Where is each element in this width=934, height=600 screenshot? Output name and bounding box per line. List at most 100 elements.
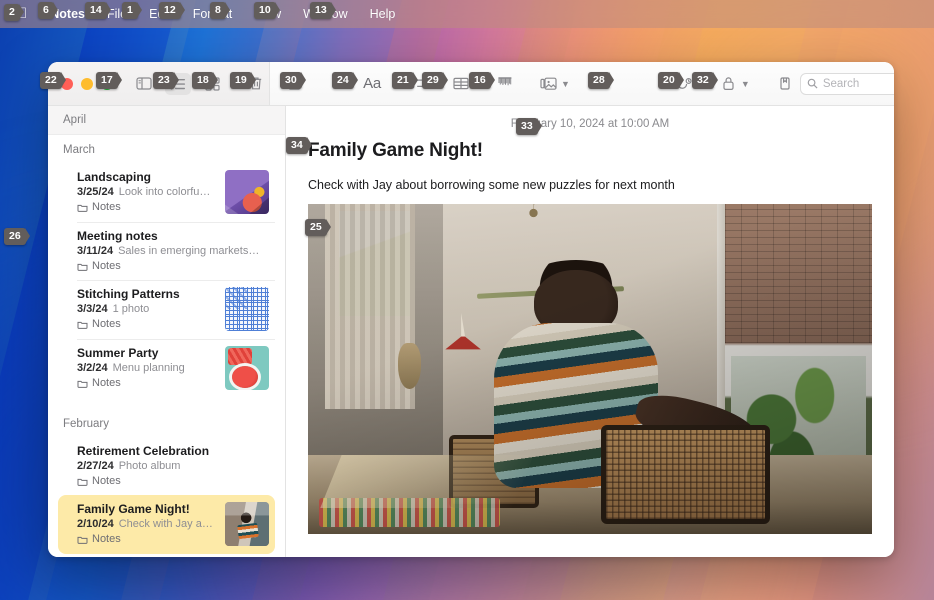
note-thumbnail xyxy=(225,170,269,214)
annotation-badge-23: 23 xyxy=(153,72,179,89)
chevron-down-icon[interactable]: ▼ xyxy=(561,79,570,89)
list-item[interactable]: Meeting notes 3/11/24 Sales in emerging m… xyxy=(58,222,275,280)
minimize-button[interactable] xyxy=(81,77,93,90)
annotation-badge-10: 10 xyxy=(254,2,280,19)
markup-draw-icon[interactable] xyxy=(492,73,518,95)
note-title: Retirement Celebration xyxy=(77,444,210,458)
note-date: 3/2/24 xyxy=(77,362,108,374)
annotation-badge-26: 26 xyxy=(4,228,30,245)
note-folder: Notes xyxy=(77,533,217,545)
note-thumbnail xyxy=(225,346,269,390)
format-text-button[interactable]: Aa xyxy=(358,73,386,95)
annotation-badge-24: 24 xyxy=(332,72,358,89)
note-folder: Notes xyxy=(77,201,217,213)
folder-icon xyxy=(77,204,88,212)
annotation-badge-21: 21 xyxy=(392,72,418,89)
note-title: Summer Party xyxy=(77,346,159,360)
note-meta: 3/11/24 Sales in emerging markets… xyxy=(77,245,269,257)
annotation-badge-25: 25 xyxy=(305,219,331,236)
annotation-badge-12: 12 xyxy=(159,2,185,19)
note-title: Landscaping xyxy=(77,170,152,184)
folder-icon xyxy=(77,263,88,271)
media-icon[interactable] xyxy=(536,73,562,95)
note-folder: Notes xyxy=(77,475,269,487)
annotation-badge-28: 28 xyxy=(588,72,614,89)
annotation-badge-1: 1 xyxy=(122,2,142,19)
list-item-selected[interactable]: Family Game Night! 2/10/24 Check with Jay… xyxy=(58,495,275,554)
annotation-badge-8: 8 xyxy=(210,2,230,19)
note-meta: 2/27/24 Photo album xyxy=(77,460,269,472)
folder-icon xyxy=(77,478,88,486)
month-header-march: March xyxy=(63,144,95,156)
annotation-badge-22: 22 xyxy=(40,72,66,89)
chevron-down-icon[interactable]: ▼ xyxy=(741,79,750,89)
note-timestamp: February 10, 2024 at 10:00 AM xyxy=(510,118,670,130)
note-preview: Menu planning xyxy=(112,362,185,374)
note-folder-label: Notes xyxy=(92,201,121,213)
annotation-badge-29: 29 xyxy=(422,72,448,89)
note-date: 3/25/24 xyxy=(77,186,114,198)
notes-window: Aa ▼ ▼ Search April March Landscaping 3/… xyxy=(48,62,894,557)
note-date: 3/11/24 xyxy=(77,245,114,257)
note-detail-pane[interactable]: February 10, 2024 at 10:00 AM Family Gam… xyxy=(286,106,894,557)
list-item[interactable]: Retirement Celebration 2/27/24 Photo albu… xyxy=(58,437,275,495)
note-folder-label: Notes xyxy=(92,377,121,389)
annotation-badge-34: 34 xyxy=(286,137,312,154)
note-body-text[interactable]: Check with Jay about borrowing some new … xyxy=(286,162,894,204)
search-placeholder: Search xyxy=(822,77,860,90)
page-title: Family Game Night! xyxy=(308,140,483,161)
annotation-badge-13: 13 xyxy=(310,2,336,19)
note-meta: 3/25/24 Look into colorfu… xyxy=(77,186,217,198)
note-title: Stitching Patterns xyxy=(77,287,180,301)
note-thumbnail xyxy=(225,502,269,546)
annotation-badge-18: 18 xyxy=(192,72,218,89)
note-date: 2/27/24 xyxy=(77,460,114,472)
annotation-badge-6: 6 xyxy=(38,2,58,19)
share-icon[interactable] xyxy=(772,73,798,95)
note-meta: 2/10/24 Check with Jay a… xyxy=(77,518,217,530)
note-photo[interactable] xyxy=(308,204,872,534)
search-icon xyxy=(807,78,818,89)
annotation-badge-32: 32 xyxy=(692,72,718,89)
note-title: Meeting notes xyxy=(77,229,158,243)
folder-icon xyxy=(77,536,88,544)
menu-item-help[interactable]: Help xyxy=(359,0,407,28)
note-date: 2/10/24 xyxy=(77,518,114,530)
note-folder: Notes xyxy=(77,318,217,330)
annotation-badge-14: 14 xyxy=(85,2,111,19)
toolbar-right-section: Aa ▼ ▼ Search xyxy=(270,62,894,105)
note-thumbnail xyxy=(225,287,269,331)
folder-icon xyxy=(77,321,88,329)
note-folder: Notes xyxy=(77,377,217,389)
folder-icon xyxy=(77,380,88,388)
list-item[interactable]: Stitching Patterns 3/3/24 1 photo Notes xyxy=(58,280,275,339)
note-folder: Notes xyxy=(77,260,269,272)
note-preview: Look into colorfu… xyxy=(118,186,211,198)
month-header-april: April xyxy=(48,106,285,135)
note-meta: 3/3/24 1 photo xyxy=(77,303,217,315)
annotation-badge-20: 20 xyxy=(658,72,684,89)
note-preview: 1 photo xyxy=(112,303,150,315)
note-date: 3/3/24 xyxy=(77,303,108,315)
note-preview: Photo album xyxy=(118,460,181,472)
annotation-badge-16: 16 xyxy=(469,72,495,89)
note-folder-label: Notes xyxy=(92,260,121,272)
note-folder-label: Notes xyxy=(92,475,121,487)
list-item[interactable]: Summer Party 3/2/24 Menu planning Notes xyxy=(58,339,275,398)
list-item[interactable]: Landscaping 3/25/24 Look into colorfu… No… xyxy=(58,163,275,222)
annotation-badge-30: 30 xyxy=(280,72,306,89)
annotation-badge-2: 2 xyxy=(4,4,24,21)
note-folder-label: Notes xyxy=(92,318,121,330)
annotation-badge-33: 33 xyxy=(516,118,542,135)
note-preview: Sales in emerging markets… xyxy=(118,245,260,257)
note-meta: 3/2/24 Menu planning xyxy=(77,362,217,374)
lock-icon[interactable] xyxy=(716,73,742,95)
annotation-badge-17: 17 xyxy=(96,72,122,89)
search-input[interactable]: Search xyxy=(799,72,894,95)
annotation-badge-19: 19 xyxy=(230,72,256,89)
note-title: Family Game Night! xyxy=(77,502,190,516)
note-preview: Check with Jay a… xyxy=(118,518,213,530)
month-header-february: February xyxy=(63,418,110,430)
notes-list-sidebar[interactable]: April March Landscaping 3/25/24 Look into… xyxy=(48,106,286,557)
note-folder-label: Notes xyxy=(92,533,121,545)
